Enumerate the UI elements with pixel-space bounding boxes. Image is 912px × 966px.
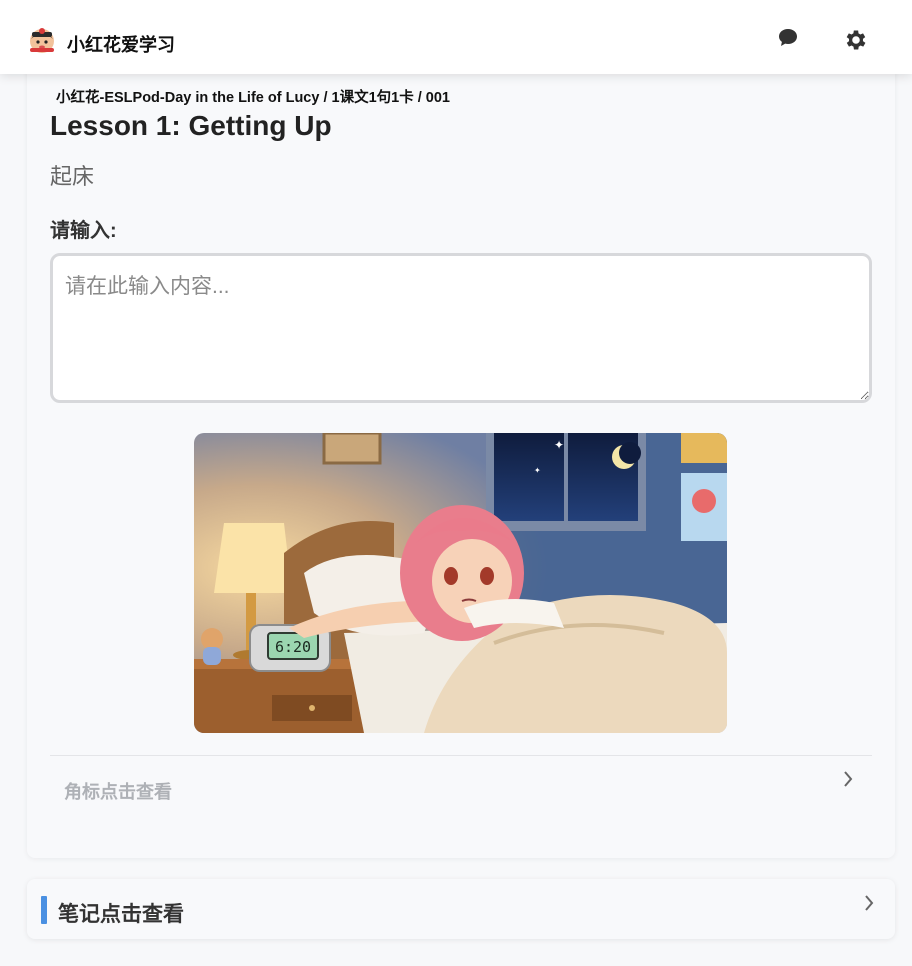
lesson-title: Lesson 1: Getting Up [50, 110, 332, 141]
svg-text:✦: ✦ [554, 438, 564, 452]
svg-text:✦: ✦ [534, 466, 541, 475]
breadcrumb: 小红花-ESLPod-Day in the Life of Lucy / 1课文… [56, 90, 450, 106]
lesson-illustration: ✦ ✦ 6:20 [194, 433, 727, 733]
lesson-subtitle: 起床 [50, 164, 95, 189]
chevron-right-icon [844, 771, 853, 787]
answer-input[interactable] [50, 253, 872, 403]
clock-display: 6:20 [275, 638, 311, 656]
chat-icon[interactable] [776, 26, 800, 50]
gear-icon[interactable] [843, 27, 869, 53]
corner-view-label: 角标点击查看 [64, 782, 172, 802]
notes-accent-bar [41, 896, 47, 924]
notes-label: 笔记点击查看 [58, 903, 184, 926]
chevron-right-icon [865, 895, 874, 911]
app-logo-icon [30, 28, 54, 53]
app-title: 小红花爱学习 [67, 35, 175, 55]
notes-card[interactable]: 笔记点击查看 [27, 879, 895, 939]
input-label: 请输入: [50, 220, 117, 242]
corner-view-row[interactable]: 角标点击查看 [50, 756, 872, 818]
top-bar: 小红花爱学习 [0, 0, 912, 74]
